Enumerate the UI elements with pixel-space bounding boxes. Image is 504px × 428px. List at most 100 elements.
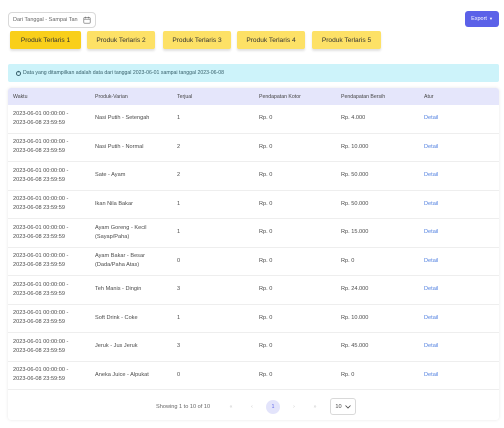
detail-link[interactable]: Detail: [424, 171, 438, 180]
export-button[interactable]: Export ▼: [465, 11, 499, 27]
header-waktu: Waktu: [13, 93, 28, 100]
time-to: 2023-06-08 23:59:59: [13, 347, 65, 354]
table-header: Waktu Produk-Varian Terjual Pendapatan K…: [8, 88, 499, 105]
cell-waktu: 2023-06-01 00:00:00 - 2023-06-08 23:59:59: [13, 276, 93, 304]
time-to: 2023-06-08 23:59:59: [13, 119, 65, 126]
cell-waktu: 2023-06-01 00:00:00 - 2023-06-08 23:59:59: [13, 219, 93, 247]
cell-terjual: 1: [177, 314, 181, 321]
table-row: 2023-06-01 00:00:00 - 2023-06-08 23:59:59…: [8, 219, 499, 248]
cell-pendapatan-kotor: Rp. 0: [259, 172, 273, 179]
time-to: 2023-06-08 23:59:59: [13, 148, 65, 155]
product-name: Teh Manis - Dingin: [95, 286, 142, 293]
page-1-button[interactable]: 1: [266, 400, 280, 414]
cell-pendapatan-bersih: Rp. 15.000: [341, 229, 369, 236]
cell-terjual: 2: [177, 143, 181, 150]
pagination-summary: Showing 1 to 10 of 10: [156, 404, 211, 410]
date-range-input[interactable]: [13, 17, 83, 23]
export-label: Export: [471, 16, 487, 22]
cell-atur: Detail: [424, 248, 484, 276]
header-terjual: Terjual: [177, 93, 193, 100]
previous-page-button[interactable]: ‹: [245, 400, 259, 414]
time-from: 2023-06-01 00:00:00 -: [13, 224, 69, 231]
detail-link[interactable]: Detail: [424, 314, 438, 323]
detail-link[interactable]: Detail: [424, 200, 438, 209]
last-page-button[interactable]: »: [308, 400, 322, 414]
cell-produk: Nasi Putih - Setengah: [95, 105, 175, 133]
cell-waktu: 2023-06-01 00:00:00 - 2023-06-08 23:59:59: [13, 162, 93, 190]
detail-link[interactable]: Detail: [424, 143, 438, 152]
info-banner: i Data yang ditampilkan adalah data dari…: [8, 64, 499, 82]
detail-link[interactable]: Detail: [424, 342, 438, 351]
detail-link[interactable]: Detail: [424, 371, 438, 380]
next-page-button[interactable]: ›: [287, 400, 301, 414]
cell-waktu: 2023-06-01 00:00:00 - 2023-06-08 23:59:59: [13, 305, 93, 333]
cell-pendapatan-kotor: Rp. 0: [259, 314, 273, 321]
time-from: 2023-06-01 00:00:00 -: [13, 110, 69, 117]
product-name: Sate - Ayam: [95, 172, 126, 179]
product-name: Ikan Nila Bakar: [95, 200, 133, 207]
cell-pendapatan-kotor: Rp. 0: [259, 371, 273, 378]
cell-waktu: 2023-06-01 00:00:00 - 2023-06-08 23:59:59: [13, 105, 93, 133]
header-pendapatan-kotor: Pendapatan Kotor: [259, 93, 301, 100]
cell-atur: Detail: [424, 276, 484, 304]
cell-pendapatan-bersih: Rp. 4.000: [341, 115, 366, 122]
cell-waktu: 2023-06-01 00:00:00 - 2023-06-08 23:59:59: [13, 191, 93, 219]
product-name: Ayam Goreng - Kecil: [95, 224, 147, 231]
cell-atur: Detail: [424, 134, 484, 162]
first-page-button[interactable]: «: [224, 400, 238, 414]
cell-produk: Nasi Putih - Normal: [95, 134, 175, 162]
per-page-value: 10: [335, 403, 342, 410]
table-row: 2023-06-01 00:00:00 - 2023-06-08 23:59:59…: [8, 362, 499, 390]
product-name: Ayam Bakar - Besar: [95, 253, 145, 260]
cell-pendapatan-kotor: Rp. 0: [259, 343, 273, 350]
cell-atur: Detail: [424, 362, 484, 390]
detail-link[interactable]: Detail: [424, 285, 438, 294]
time-from: 2023-06-01 00:00:00 -: [13, 310, 69, 317]
cell-atur: Detail: [424, 191, 484, 219]
calendar-icon[interactable]: [83, 16, 91, 24]
cell-pendapatan-bersih: Rp. 10.000: [341, 143, 369, 150]
cell-produk: Ayam Bakar - Besar (Dada/Paha Atas): [95, 248, 175, 276]
pagination: Showing 1 to 10 of 10 « ‹ 1 › » 10: [8, 394, 499, 420]
product-name: Nasi Putih - Setengah: [95, 115, 150, 122]
cell-pendapatan-kotor: Rp. 0: [259, 229, 273, 236]
table-row: 2023-06-01 00:00:00 - 2023-06-08 23:59:59…: [8, 248, 499, 276]
tab-best-seller-1[interactable]: Produk Terlaris 1: [10, 31, 81, 49]
cell-terjual: 0: [177, 371, 181, 378]
date-range-filter[interactable]: [8, 12, 96, 28]
time-from: 2023-06-01 00:00:00 -: [13, 338, 69, 345]
caret-down-icon: ▼: [488, 16, 493, 21]
time-from: 2023-06-01 00:00:00 -: [13, 167, 69, 174]
product-name: Aneka Juice - Alpukat: [95, 371, 149, 378]
cell-waktu: 2023-06-01 00:00:00 - 2023-06-08 23:59:59: [13, 134, 93, 162]
cell-pendapatan-bersih: Rp. 50.000: [341, 200, 369, 207]
detail-link[interactable]: Detail: [424, 114, 438, 123]
per-page-select[interactable]: 10: [330, 398, 356, 415]
header-produk-varian: Produk-Varian: [95, 93, 128, 100]
table-row: 2023-06-01 00:00:00 - 2023-06-08 23:59:59…: [8, 162, 499, 191]
product-name: Jeruk - Jus Jeruk: [95, 343, 138, 350]
sales-table: Waktu Produk-Varian Terjual Pendapatan K…: [8, 88, 499, 420]
product-name-line-2: (Dada/Paha Atas): [95, 262, 140, 269]
time-from: 2023-06-01 00:00:00 -: [13, 367, 69, 374]
cell-terjual: 0: [177, 257, 181, 264]
header-atur: Atur: [424, 93, 434, 100]
cell-terjual: 1: [177, 115, 181, 122]
tab-best-seller-2[interactable]: Produk Terlaris 2: [87, 31, 155, 49]
cell-pendapatan-kotor: Rp. 0: [259, 257, 273, 264]
cell-pendapatan-bersih: Rp. 0: [341, 371, 355, 378]
tab-best-seller-3[interactable]: Produk Terlaris 3: [163, 31, 231, 49]
cell-atur: Detail: [424, 105, 484, 133]
cell-produk: Soft Drink - Coke: [95, 305, 175, 333]
detail-link[interactable]: Detail: [424, 257, 438, 266]
cell-atur: Detail: [424, 219, 484, 247]
table-row: 2023-06-01 00:00:00 - 2023-06-08 23:59:59…: [8, 191, 499, 219]
tab-best-seller-4[interactable]: Produk Terlaris 4: [237, 31, 305, 49]
cell-atur: Detail: [424, 162, 484, 190]
cell-pendapatan-bersih: Rp. 50.000: [341, 172, 369, 179]
detail-link[interactable]: Detail: [424, 228, 438, 237]
cell-waktu: 2023-06-01 00:00:00 - 2023-06-08 23:59:59: [13, 248, 93, 276]
tab-best-seller-5[interactable]: Produk Terlaris 5: [312, 31, 381, 49]
header-pendapatan-bersih: Pendapatan Bersih: [341, 93, 386, 100]
time-to: 2023-06-08 23:59:59: [13, 290, 65, 297]
